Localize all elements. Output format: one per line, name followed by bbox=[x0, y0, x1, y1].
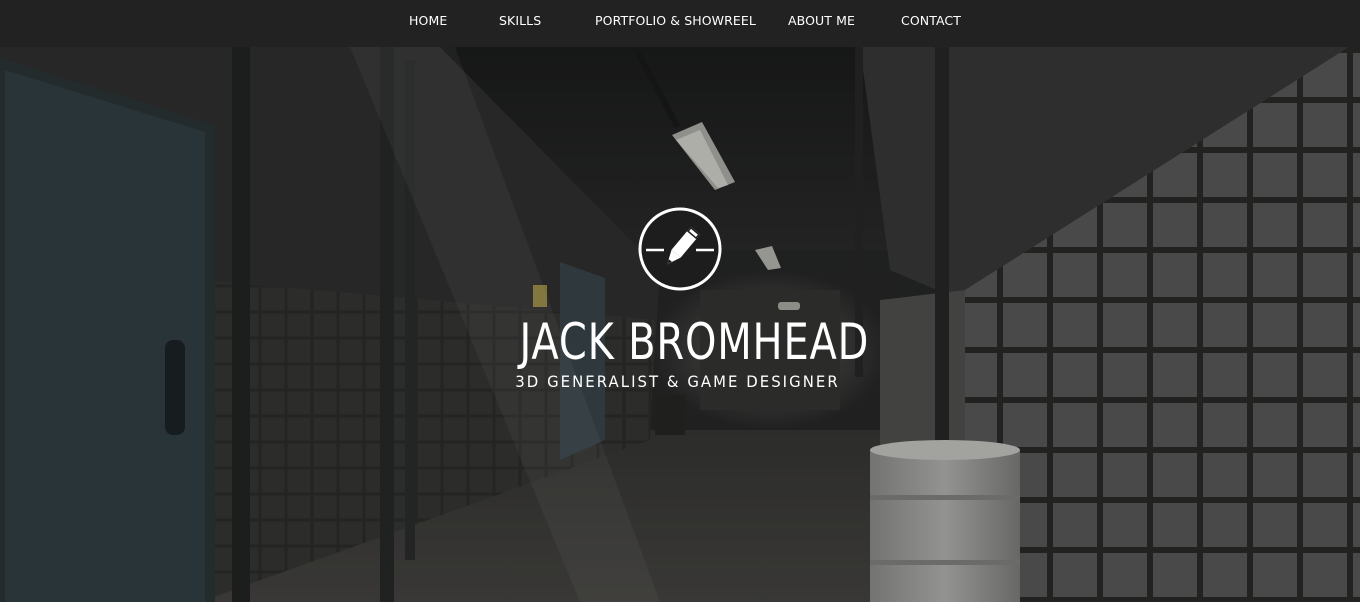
hero-section: JACK BROMHEAD 3D GENERALIST & GAME DESIG… bbox=[0, 47, 1360, 602]
nav-item-portfolio-showreel[interactable]: PORTFOLIO & SHOWREEL bbox=[595, 13, 756, 28]
site-tagline: 3D GENERALIST & GAME DESIGNER bbox=[515, 372, 840, 391]
nav-item-home[interactable]: HOME bbox=[409, 13, 447, 28]
site-title: JACK BROMHEAD bbox=[519, 313, 870, 371]
nav-item-about-me[interactable]: ABOUT ME bbox=[788, 13, 855, 28]
nav-item-contact[interactable]: CONTACT bbox=[901, 13, 961, 28]
nav-item-skills[interactable]: SKILLS bbox=[499, 13, 541, 28]
pencil-circle-icon bbox=[638, 207, 722, 291]
page: HOME SKILLS PORTFOLIO & SHOWREEL ABOUT M… bbox=[0, 0, 1360, 602]
top-navigation: HOME SKILLS PORTFOLIO & SHOWREEL ABOUT M… bbox=[0, 0, 1360, 47]
